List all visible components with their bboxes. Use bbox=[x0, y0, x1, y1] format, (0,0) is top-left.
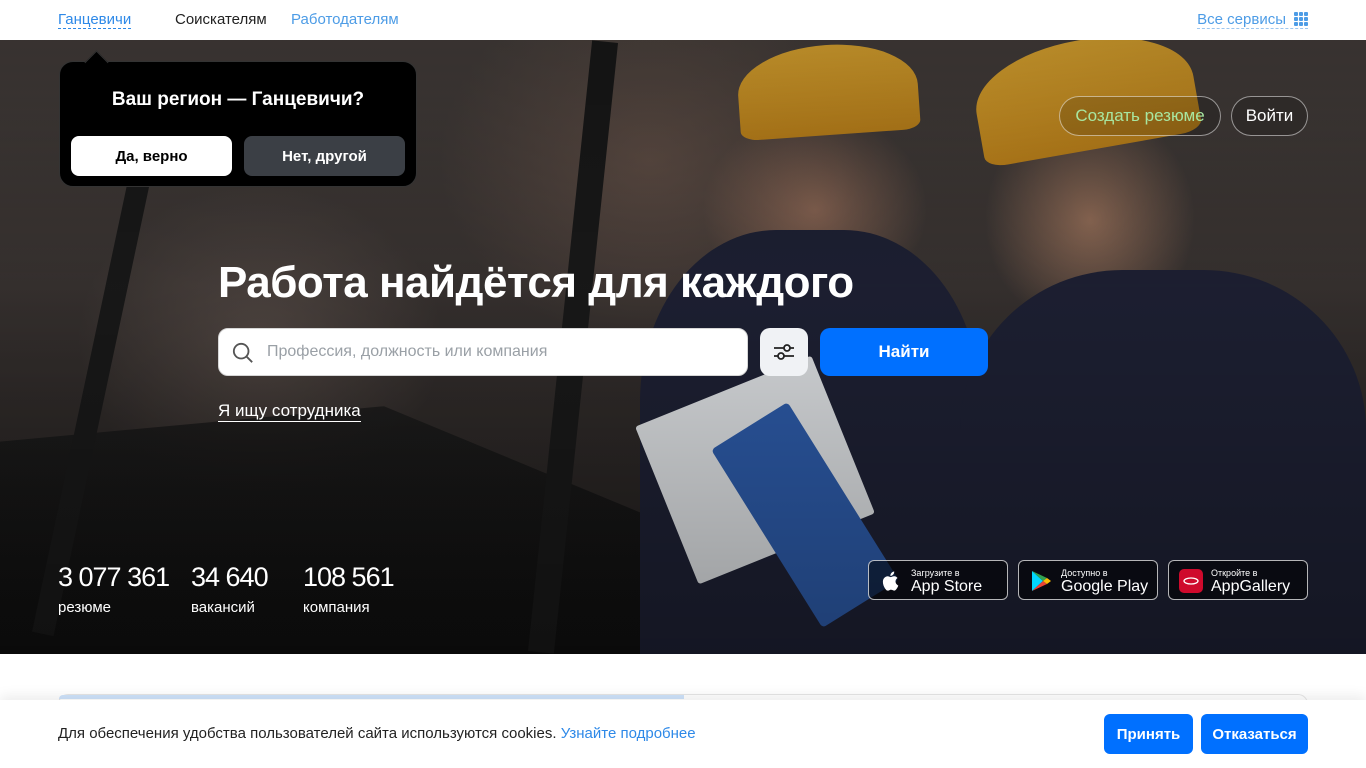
stat-resumes: 3 077 361 резюме bbox=[58, 562, 170, 616]
cookie-accept-button[interactable]: Принять bbox=[1104, 714, 1193, 754]
nav-seekers-link[interactable]: Соискателям bbox=[175, 11, 267, 28]
search-input[interactable] bbox=[267, 329, 737, 375]
cookie-more-link[interactable]: Узнайте подробнее bbox=[561, 725, 696, 742]
region-question: Ваш регион — Ганцевичи? bbox=[111, 89, 365, 110]
region-confirm-button[interactable]: Да, верно bbox=[71, 136, 232, 176]
region-change-button[interactable]: Нет, другой bbox=[244, 136, 405, 176]
app-store-badge[interactable]: Загрузите в App Store bbox=[868, 560, 1008, 600]
stat-vacancies: 34 640 вакансий bbox=[191, 562, 269, 616]
hero-headline: Работа найдётся для каждого bbox=[218, 258, 854, 307]
find-button[interactable]: Найти bbox=[820, 328, 988, 376]
cookie-decline-button[interactable]: Отказаться bbox=[1201, 714, 1308, 754]
google-play-badge[interactable]: Доступно в Google Play bbox=[1018, 560, 1158, 600]
app-gallery-badge[interactable]: Откройте в AppGallery bbox=[1168, 560, 1308, 600]
nav-employers-link[interactable]: Работодателям bbox=[291, 11, 399, 28]
search-box bbox=[218, 328, 748, 376]
stat-companies: 108 561 компания bbox=[303, 562, 395, 616]
huawei-icon bbox=[1179, 569, 1203, 593]
cookie-banner: Для обеспечения удобства пользователей с… bbox=[0, 700, 1366, 768]
region-confirm-popup: Ваш регион — Ганцевичи? Да, верно Нет, д… bbox=[59, 61, 417, 187]
filter-button[interactable] bbox=[760, 328, 808, 376]
top-navigation: Ганцевичи Соискателям Работодателям Все … bbox=[0, 0, 1366, 40]
employer-search-link[interactable]: Я ищу сотрудника bbox=[218, 401, 361, 422]
google-play-icon bbox=[1032, 571, 1051, 591]
search-icon bbox=[232, 342, 253, 363]
region-link[interactable]: Ганцевичи bbox=[58, 11, 132, 29]
apple-icon bbox=[882, 571, 899, 591]
sliders-icon bbox=[774, 344, 794, 360]
panel-progress bbox=[59, 695, 684, 699]
create-resume-button[interactable]: Создать резюме bbox=[1059, 96, 1221, 136]
grid-icon bbox=[1294, 12, 1308, 26]
cookie-text: Для обеспечения удобства пользователей с… bbox=[58, 725, 696, 742]
login-button[interactable]: Войти bbox=[1231, 96, 1308, 136]
all-services-link[interactable]: Все сервисы bbox=[1197, 11, 1308, 29]
all-services-label: Все сервисы bbox=[1197, 11, 1286, 28]
